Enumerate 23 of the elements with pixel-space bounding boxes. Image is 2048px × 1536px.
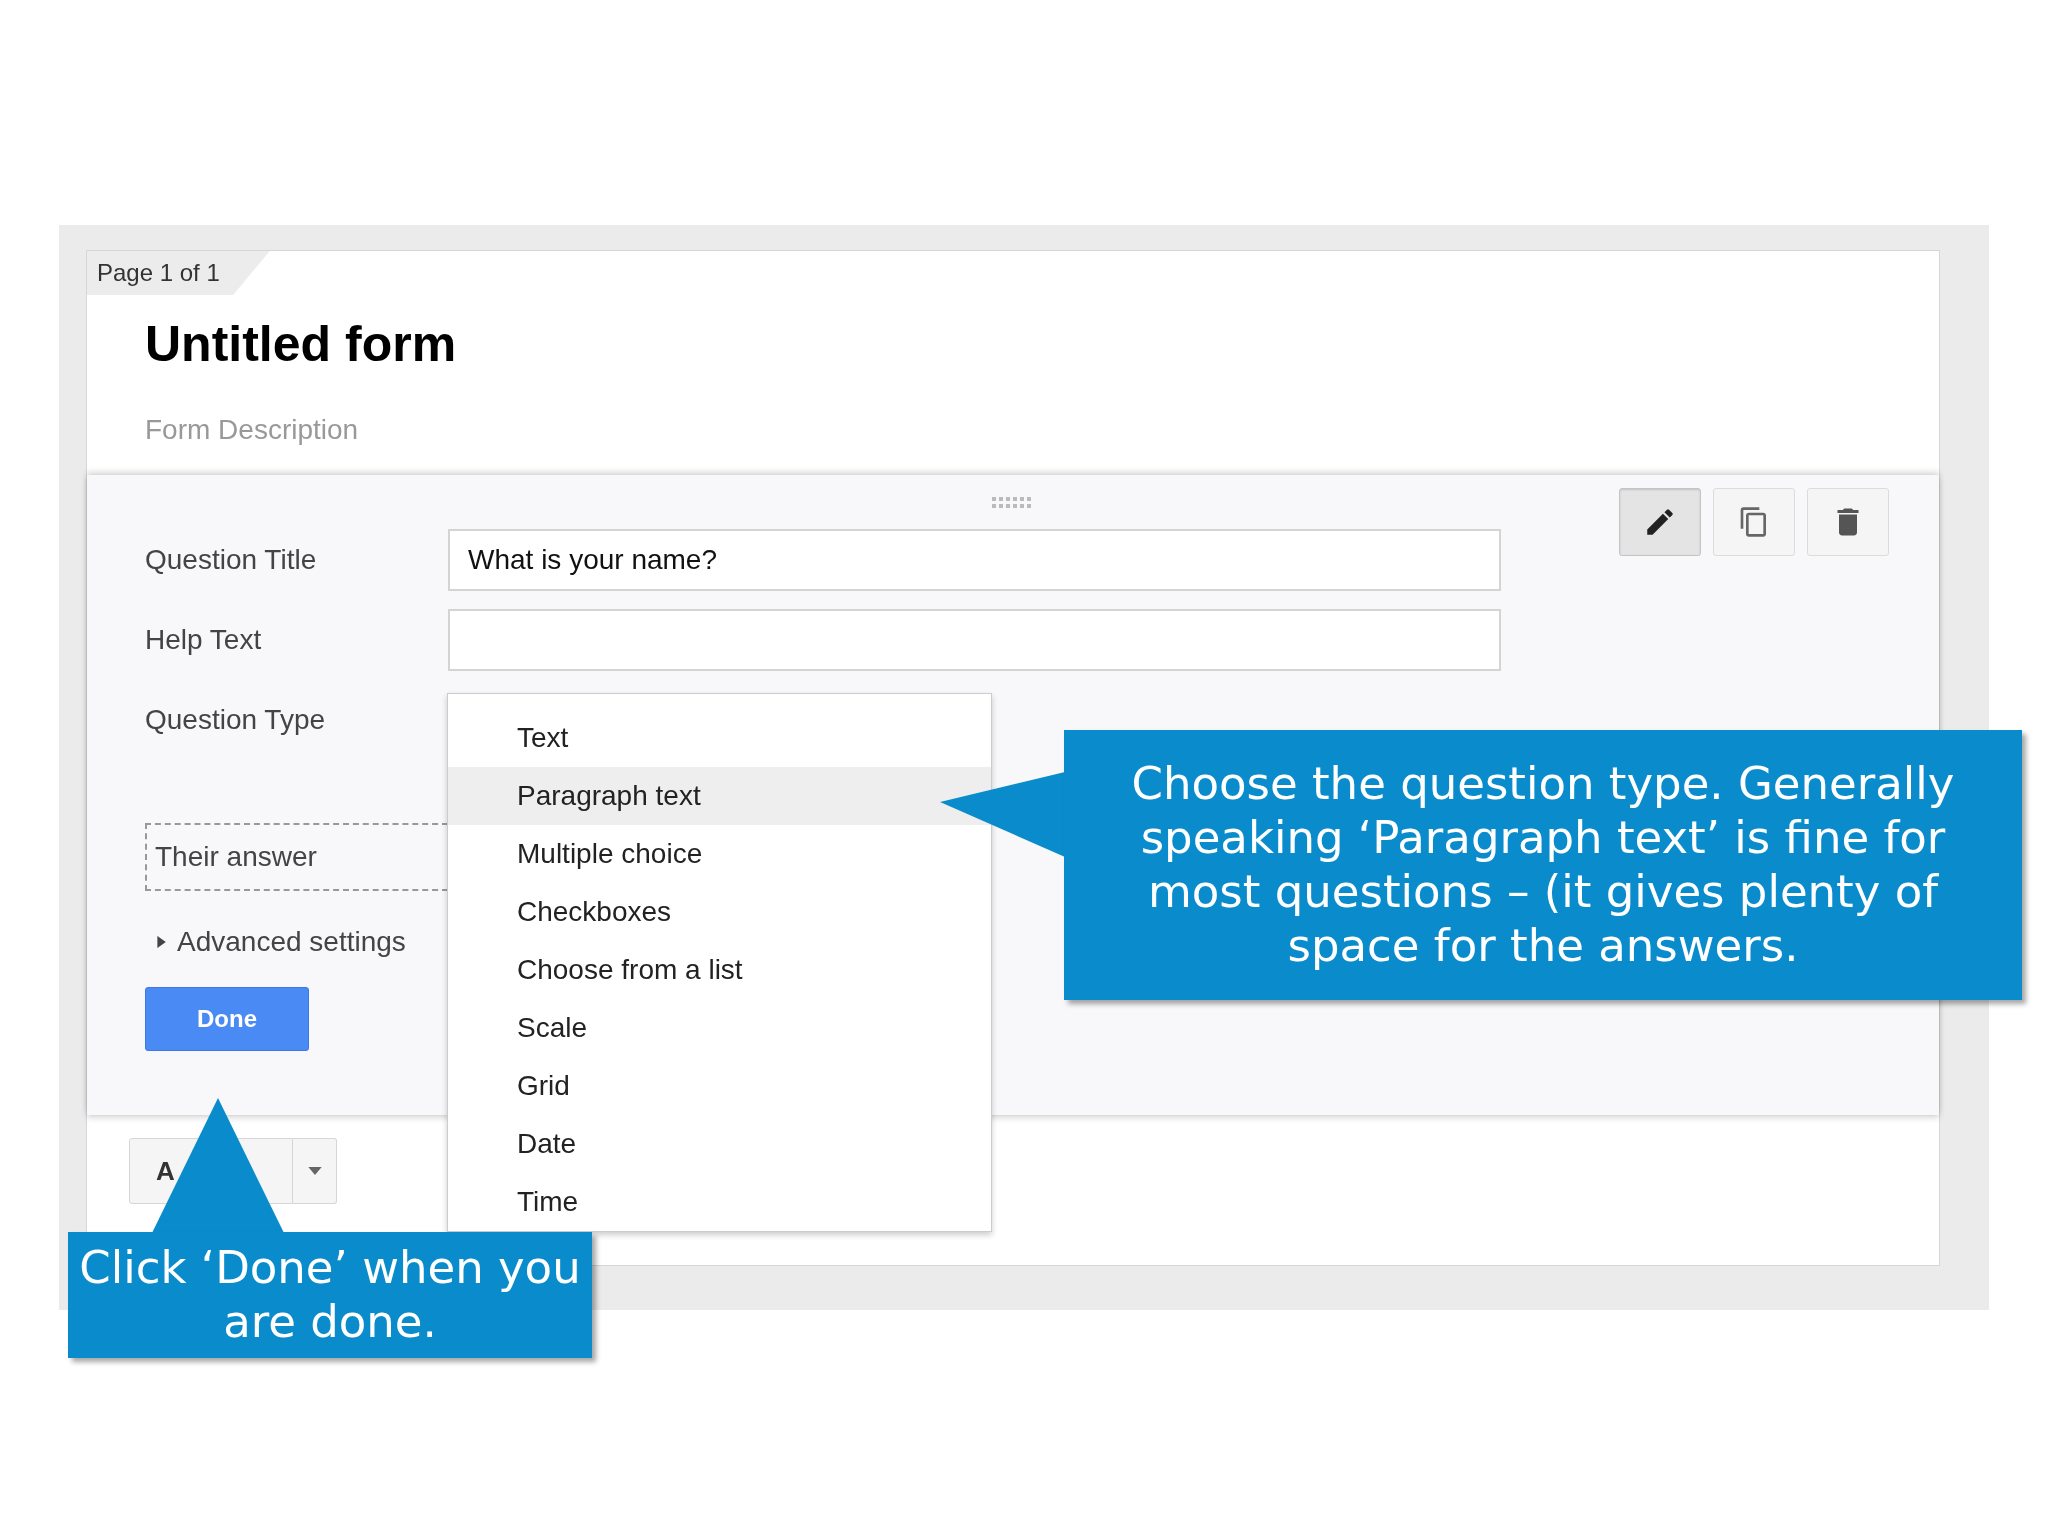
caret-down-icon [307, 1167, 322, 1175]
delete-button[interactable] [1807, 488, 1889, 556]
menu-item[interactable]: Multiple choice [448, 825, 991, 883]
menu-item[interactable]: Text [448, 709, 991, 767]
callout: Choose the question type. Generally speaking ‘Paragraph text’ is fine for most questions – (it gives plenty of space for the answers. [1064, 730, 2022, 1000]
field-label: Help Text [145, 623, 262, 657]
menu-item[interactable]: Grid [448, 1057, 991, 1115]
edit-button[interactable] [1619, 488, 1701, 556]
form-title: Untitled form [145, 319, 457, 369]
menu-item[interactable]: Time [448, 1173, 991, 1231]
description-field[interactable]: Form Description [145, 409, 745, 451]
field-label: Question Type [145, 703, 326, 737]
help-text-field[interactable] [448, 609, 1501, 671]
menu-item[interactable]: Choose from a list [448, 941, 991, 999]
field-label: Question Title [145, 543, 317, 577]
menu-item[interactable]: Date [448, 1115, 991, 1173]
menu-item[interactable]: Checkboxes [448, 883, 991, 941]
menu-item[interactable]: Paragraph text [448, 767, 991, 825]
duplicate-button[interactable] [1713, 488, 1795, 556]
drag-handle-icon[interactable] [992, 497, 1034, 509]
menu-item[interactable]: Scale [448, 999, 991, 1057]
question-title-field[interactable]: What is your name? [448, 529, 1501, 591]
advanced-settings-toggle[interactable]: Advanced settings [145, 921, 406, 963]
